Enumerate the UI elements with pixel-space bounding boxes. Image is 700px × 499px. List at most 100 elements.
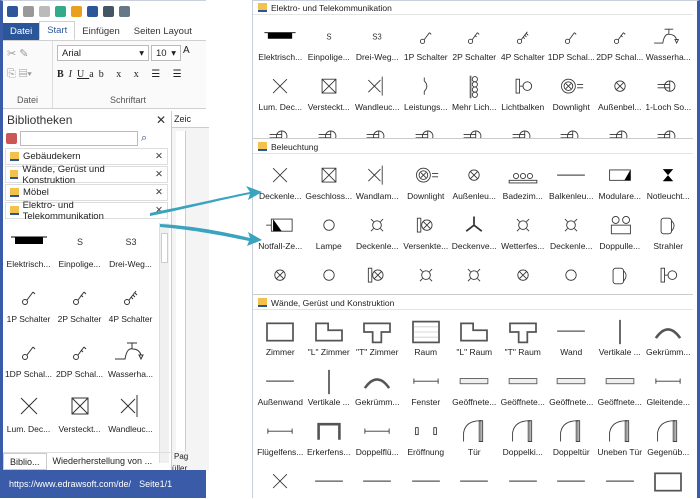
shape-item-1-loch-so[interactable]: 1-Loch So...: [644, 65, 693, 115]
search-icon[interactable]: ⌕: [141, 132, 147, 145]
shape-item-downlight[interactable]: Downlight: [402, 154, 451, 204]
shape-item-ge-ffnete[interactable]: Geöffnete...: [450, 360, 499, 410]
shape-item-unnamed[interactable]: [353, 115, 402, 138]
shape-item-wasserha[interactable]: Wasserha...: [105, 333, 156, 388]
shape-item-t-zimmer[interactable]: "T" Zimmer: [353, 310, 402, 360]
shape-item-unnamed[interactable]: [499, 460, 548, 499]
shape-item-1dp-schal[interactable]: 1DP Schal...: [3, 333, 54, 388]
shape-item-2dp-schal[interactable]: 2DP Schal...: [54, 333, 105, 388]
shape-item-lichtbalken[interactable]: Lichtbalken: [499, 65, 548, 115]
shape-item-elektrisch[interactable]: Elektrisch...: [256, 15, 305, 65]
shape-item-unnamed[interactable]: [353, 460, 402, 499]
shape-item-versteckt[interactable]: Versteckt...: [305, 65, 354, 115]
close-icon[interactable]: ✕: [155, 151, 163, 162]
shape-item-wandleuc[interactable]: Wandleuc...: [105, 388, 156, 443]
shape-item-vertikale[interactable]: Vertikale ...: [596, 310, 645, 360]
shape-item-unnamed[interactable]: [547, 115, 596, 138]
shape-item-l-raum[interactable]: "L" Raum: [450, 310, 499, 360]
shape-item-vertikale[interactable]: Vertikale ...: [305, 360, 354, 410]
page-tab[interactable]: Pag: [174, 452, 188, 461]
shape-item-deckenve[interactable]: Deckenve...: [450, 204, 499, 254]
shape-item-unnamed[interactable]: [256, 115, 305, 138]
shape-item-unnamed[interactable]: [644, 115, 693, 138]
shape-item-raum[interactable]: Raum: [402, 310, 451, 360]
shape-item-4p-schalter[interactable]: 4P Schalter: [105, 278, 156, 333]
shape-item-einpolige[interactable]: S Einpolige...: [305, 15, 354, 65]
shape-item-unnamed[interactable]: [305, 115, 354, 138]
shape-item-notleucht[interactable]: Notleucht...: [644, 154, 693, 204]
canvas-area[interactable]: Zeic Pag üller: [171, 111, 209, 473]
shape-item-zimmer[interactable]: Zimmer: [256, 310, 305, 360]
tab-recovery[interactable]: Wiederherstellung von ...: [47, 453, 159, 470]
tab-page-layout[interactable]: Seiten Layout: [127, 23, 199, 40]
shape-item-unnamed[interactable]: [596, 115, 645, 138]
shape-item-balkenleu[interactable]: Balkenleu...: [547, 154, 596, 204]
shape-item-2p-schalter[interactable]: 2P Schalter: [54, 278, 105, 333]
shape-item-deckenle[interactable]: Deckenle...: [353, 204, 402, 254]
print-icon[interactable]: [103, 5, 114, 17]
library-scrollbar[interactable]: [159, 223, 169, 463]
shape-item-unnamed[interactable]: [596, 460, 645, 499]
shape-item-gegen-b[interactable]: Gegenüb...: [644, 410, 693, 460]
shape-item-wandleuc[interactable]: Wandleuc...: [353, 65, 402, 115]
shape-item-mehr-lich[interactable]: Mehr Lich...: [450, 65, 499, 115]
library-category-m-bel[interactable]: Möbel ✕: [5, 184, 168, 201]
shape-item-notfall-ze[interactable]: Notfall-Ze...: [256, 204, 305, 254]
shape-item-unnamed[interactable]: [450, 254, 499, 294]
close-icon[interactable]: ✕: [156, 113, 166, 127]
shape-item-versteckt[interactable]: Versteckt...: [54, 388, 105, 443]
shape-item-deckenle[interactable]: Deckenle...: [256, 154, 305, 204]
shape-item-doppelki[interactable]: Doppelki...: [499, 410, 548, 460]
undo-icon[interactable]: [23, 5, 34, 17]
shape-item-drei-weg[interactable]: S3 Drei-Weg...: [105, 223, 156, 278]
shape-item-2dp-schal[interactable]: 2DP Schal...: [596, 15, 645, 65]
shape-item-lum-dec[interactable]: Lum. Dec...: [256, 65, 305, 115]
shape-item-ge-ffnete[interactable]: Geöffnete...: [547, 360, 596, 410]
library-search-input[interactable]: [20, 130, 138, 146]
library-category-geb-udekern[interactable]: Gebäudekern ✕: [5, 148, 168, 165]
shape-item-fenster[interactable]: Fenster: [402, 360, 451, 410]
close-icon[interactable]: ✕: [155, 205, 163, 216]
shape-item-ge-ffnete[interactable]: Geöffnete...: [499, 360, 548, 410]
shape-item-1dp-schal[interactable]: 1DP Schal...: [547, 15, 596, 65]
open-icon[interactable]: [71, 5, 82, 17]
new-icon[interactable]: [55, 5, 66, 17]
shape-item-modulare[interactable]: Modulare...: [596, 154, 645, 204]
shape-item-au-enbel[interactable]: Außenbel...: [596, 65, 645, 115]
shape-item-1p-schalter[interactable]: 1P Schalter: [3, 278, 54, 333]
shape-item-unnamed[interactable]: [305, 254, 354, 294]
shape-item-badezim[interactable]: Badezim...: [499, 154, 548, 204]
shape-item-versenkte[interactable]: Versenkte...: [402, 204, 451, 254]
format-buttons[interactable]: BIUab x x ☰ ☰: [57, 69, 199, 80]
shape-item-elektrisch[interactable]: Elektrisch...: [3, 223, 54, 278]
shape-item-drei-weg[interactable]: S3 Drei-Weg...: [353, 15, 402, 65]
shape-item-wand[interactable]: Wand: [547, 310, 596, 360]
shape-item-downlight[interactable]: Downlight: [547, 65, 596, 115]
status-url[interactable]: https://www.edrawsoft.com/de/: [9, 479, 131, 489]
shape-item-unnamed[interactable]: [499, 254, 548, 294]
shape-item-1p-schalter[interactable]: 1P Schalter: [402, 15, 451, 65]
shape-item-wetterfes[interactable]: Wetterfes...: [499, 204, 548, 254]
shape-item-leistungs[interactable]: Leistungs...: [402, 65, 451, 115]
shape-item-unnamed[interactable]: [256, 460, 305, 499]
cut-icon[interactable]: ✂ ✎: [7, 47, 48, 60]
shape-item-fl-gelfens[interactable]: Flügelfens...: [256, 410, 305, 460]
shape-item-wandlam[interactable]: Wandlam...: [353, 154, 402, 204]
font-size-select[interactable]: 10 ▾: [151, 45, 181, 61]
library-category-elektro-und-telekommunikation[interactable]: Elektro- und Telekommunikation ✕: [5, 200, 168, 222]
shape-item-ge-ffnete[interactable]: Geöffnete...: [596, 360, 645, 410]
close-icon[interactable]: ✕: [155, 169, 163, 180]
library-menu-icon[interactable]: [6, 132, 17, 144]
shape-item-2p-schalter[interactable]: 2P Schalter: [450, 15, 499, 65]
shape-item-l-zimmer[interactable]: "L" Zimmer: [305, 310, 354, 360]
shape-item-unnamed[interactable]: [450, 460, 499, 499]
redo-icon[interactable]: [39, 5, 50, 17]
shape-item-unnamed[interactable]: [644, 460, 693, 499]
shape-item-erkerfens[interactable]: Erkerfens...: [305, 410, 354, 460]
drawing-tab[interactable]: Zeic: [172, 111, 209, 128]
shape-item-gekr-mm[interactable]: Gekrümm...: [353, 360, 402, 410]
tab-libraries[interactable]: Biblio...: [3, 453, 47, 470]
shape-item-unnamed[interactable]: [353, 254, 402, 294]
tab-insert[interactable]: Einfügen: [75, 23, 127, 40]
export-icon[interactable]: [119, 5, 130, 17]
